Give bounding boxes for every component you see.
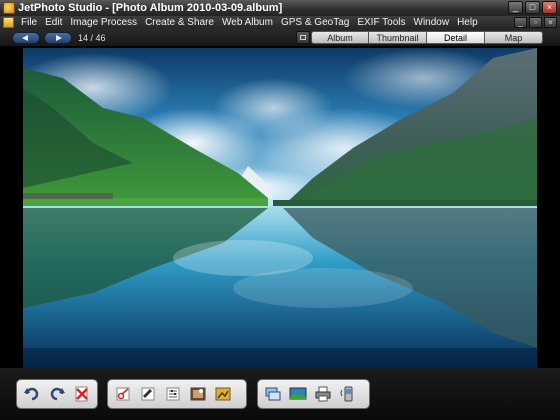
landscape-photo[interactable] xyxy=(23,48,537,368)
crop-icon[interactable] xyxy=(112,383,134,405)
mdi-close-button[interactable]: × xyxy=(544,17,557,28)
maximize-button[interactable]: □ xyxy=(525,1,540,14)
menu-edit[interactable]: Edit xyxy=(41,16,66,29)
mdi-minimize-button[interactable]: _ xyxy=(514,17,527,28)
view-tabs: Album Thumbnail Detail Map xyxy=(296,31,543,44)
menu-window[interactable]: Window xyxy=(410,16,454,29)
menu-file[interactable]: File xyxy=(17,16,41,29)
edit-tool-group xyxy=(16,379,98,409)
panel-toggle-icon[interactable] xyxy=(296,31,310,44)
menu-image-process[interactable]: Image Process xyxy=(66,16,141,29)
previous-photo-button[interactable] xyxy=(12,32,40,44)
document-menu-icon[interactable] xyxy=(3,17,14,28)
rotate-icon[interactable] xyxy=(137,383,159,405)
title-bar: JetPhoto Studio - [Photo Album 2010-03-0… xyxy=(0,0,560,16)
print-icon[interactable] xyxy=(312,383,334,405)
menu-help[interactable]: Help xyxy=(453,16,482,29)
photo-counter: 14 / 46 xyxy=(78,33,106,43)
wallpaper-icon[interactable] xyxy=(287,383,309,405)
menu-gps-geotag[interactable]: GPS & GeoTag xyxy=(277,16,353,29)
share-tool-group xyxy=(257,379,370,409)
next-photo-button[interactable] xyxy=(44,32,72,44)
photo-viewer[interactable] xyxy=(0,48,560,368)
menu-exif-tools[interactable]: EXIF Tools xyxy=(353,16,409,29)
menu-create-share[interactable]: Create & Share xyxy=(141,16,218,29)
slideshow-icon[interactable] xyxy=(262,383,284,405)
redo-icon[interactable] xyxy=(46,383,68,405)
menu-web-album[interactable]: Web Album xyxy=(218,16,277,29)
tab-detail[interactable]: Detail xyxy=(427,31,485,44)
adjust-tool-group xyxy=(107,379,247,409)
window-title: JetPhoto Studio - [Photo Album 2010-03-0… xyxy=(18,2,283,14)
lake-mountain-image xyxy=(23,48,537,368)
bottom-toolbar xyxy=(0,368,560,420)
mobile-icon[interactable] xyxy=(337,383,359,405)
enhance-icon[interactable] xyxy=(187,383,209,405)
arrow-right-icon xyxy=(56,35,62,41)
menu-bar: File Edit Image Process Create & Share W… xyxy=(0,16,560,29)
adjust-icon[interactable] xyxy=(162,383,184,405)
app-logo-icon xyxy=(3,2,15,14)
delete-icon[interactable] xyxy=(71,383,93,405)
undo-icon[interactable] xyxy=(21,383,43,405)
mdi-restore-button[interactable]: ▫ xyxy=(529,17,542,28)
arrow-left-icon xyxy=(22,35,28,41)
minimize-button[interactable]: _ xyxy=(508,1,523,14)
tab-thumbnail[interactable]: Thumbnail xyxy=(369,31,427,44)
close-button[interactable]: × xyxy=(542,1,557,14)
tab-album[interactable]: Album xyxy=(311,31,369,44)
effects-icon[interactable] xyxy=(212,383,234,405)
navigation-bar: 14 / 46 Album Thumbnail Detail Map xyxy=(0,29,560,47)
tab-map[interactable]: Map xyxy=(485,31,543,44)
